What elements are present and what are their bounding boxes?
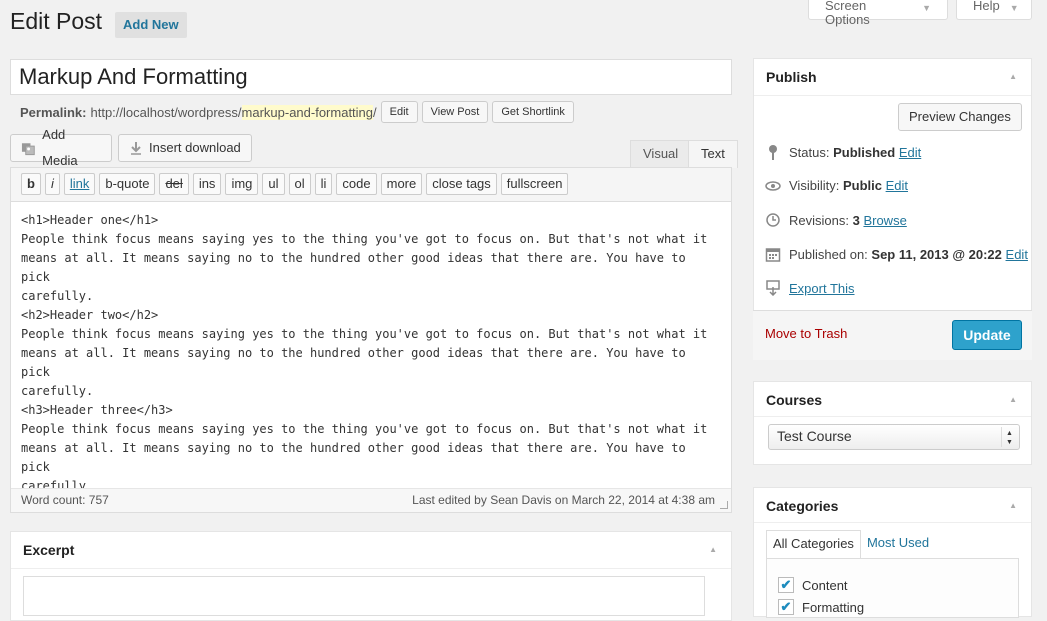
caret-down-icon: ▼	[922, 3, 931, 13]
revisions-value: 3	[852, 212, 860, 228]
qt-italic-button[interactable]: i	[44, 173, 60, 195]
qt-li-button[interactable]: li	[314, 173, 333, 195]
caret-down-icon: ▼	[1009, 3, 1019, 13]
visibility-label: Visibility:	[789, 178, 840, 193]
move-to-trash-link[interactable]: Move to Trash	[765, 326, 847, 341]
divider	[11, 568, 731, 569]
screen-options-tab[interactable]: Screen Options ▼	[808, 0, 948, 27]
toggle-arrow-icon[interactable]: ▲	[1009, 395, 1017, 404]
help-label: Help	[973, 0, 1000, 13]
export-row: Export This	[765, 280, 855, 296]
tab-most-used[interactable]: Most Used	[861, 530, 935, 558]
qt-more-button[interactable]: more	[380, 173, 423, 195]
qt-bold-button[interactable]: b	[21, 173, 41, 195]
status-row: Status: Published Edit	[765, 144, 921, 160]
screen-options-label: Screen Options	[825, 0, 870, 27]
courses-title: Courses	[766, 392, 823, 408]
publish-actions: Move to Trash Update	[753, 310, 1032, 360]
status-label: Status:	[789, 144, 830, 160]
media-icon	[21, 143, 35, 156]
permalink-label: Permalink:	[20, 104, 87, 120]
status-edit-link[interactable]: Edit	[899, 145, 921, 160]
update-button[interactable]: Update	[952, 320, 1022, 350]
categories-title: Categories	[766, 498, 839, 514]
tab-visual[interactable]: Visual	[630, 140, 692, 168]
toggle-arrow-icon[interactable]: ▲	[1009, 501, 1017, 510]
editor-status-bar: Word count: 757 Last edited by Sean Davi…	[11, 488, 731, 512]
add-new-button[interactable]: Add New	[115, 12, 187, 38]
visibility-edit-link[interactable]: Edit	[886, 178, 908, 193]
qt-del-button[interactable]: del	[159, 173, 189, 195]
eye-icon	[765, 180, 781, 191]
category-tabs: All Categories Most Used	[766, 530, 935, 558]
revisions-clock-icon	[765, 212, 781, 228]
tab-all-categories[interactable]: All Categories	[766, 530, 861, 558]
text-editor: b i link b-quote del ins img ul ol li co…	[10, 167, 732, 513]
qt-link-button[interactable]: link	[63, 173, 96, 195]
export-link[interactable]: Export This	[789, 281, 855, 296]
add-media-button[interactable]: Add Media	[10, 127, 112, 168]
permalink-url[interactable]: http://localhost/wordpress/markup-and-fo…	[90, 104, 377, 120]
resize-handle[interactable]	[720, 501, 728, 509]
qt-ul-button[interactable]: ul	[262, 173, 285, 195]
insert-download-label: Insert download	[149, 140, 241, 155]
toggle-arrow-icon[interactable]: ▲	[1009, 72, 1017, 81]
status-value: Published	[833, 144, 896, 160]
revisions-row: Revisions: 3 Browse	[765, 212, 907, 228]
pin-icon	[765, 144, 781, 160]
visibility-value: Public	[842, 178, 882, 193]
checkbox[interactable]: ✔	[778, 599, 794, 615]
excerpt-title: Excerpt	[23, 542, 75, 558]
qt-blockquote-button[interactable]: b-quote	[99, 173, 156, 195]
revisions-browse-link[interactable]: Browse	[863, 213, 906, 228]
published-value: Sep 11, 2013 @ 20:22	[871, 246, 1002, 262]
course-selected-value: Test Course	[777, 428, 852, 444]
edit-permalink-button[interactable]: Edit	[380, 101, 418, 123]
qt-fullscreen-button[interactable]: fullscreen	[500, 173, 569, 195]
excerpt-textarea[interactable]	[23, 576, 705, 616]
category-label: Content	[802, 577, 848, 593]
published-edit-link[interactable]: Edit	[1006, 247, 1028, 262]
published-label: Published on:	[789, 246, 868, 262]
download-icon	[131, 142, 141, 155]
qt-img-button[interactable]: img	[225, 173, 259, 195]
divider	[754, 416, 1031, 417]
preview-changes-button[interactable]: Preview Changes	[898, 103, 1022, 131]
divider	[754, 95, 1031, 96]
qt-close-tags-button[interactable]: close tags	[426, 173, 497, 195]
export-icon	[765, 280, 781, 296]
category-item-content[interactable]: ✔ Content	[778, 577, 848, 593]
page-title: Edit Post	[10, 8, 103, 34]
post-title-input[interactable]: Markup And Formatting	[10, 59, 732, 95]
category-label: Formatting	[802, 599, 865, 615]
quicktags-toolbar: b i link b-quote del ins img ul ol li co…	[11, 168, 731, 202]
permalink-row: Permalink: http://localhost/wordpress/ma…	[20, 101, 574, 123]
help-tab[interactable]: Help ▼	[956, 0, 1032, 20]
publish-title: Publish	[766, 69, 817, 85]
published-on-row: Published on: Sep 11, 2013 @ 20:22 Edit	[765, 246, 1028, 262]
permalink-end: /	[373, 104, 377, 120]
divider	[754, 522, 1031, 523]
permalink-slug: markup-and-formatting	[241, 104, 374, 120]
visibility-row: Visibility: Public Edit	[765, 178, 908, 193]
insert-download-button[interactable]: Insert download	[118, 134, 252, 162]
course-select[interactable]: Test Course ▲ ▼	[768, 424, 1020, 450]
word-count: Word count: 757	[21, 493, 109, 507]
revisions-label: Revisions:	[789, 212, 849, 228]
view-post-button[interactable]: View Post	[421, 101, 489, 123]
content-textarea[interactable]: <h1>Header one</h1> People think focus m…	[21, 211, 721, 489]
last-edited: Last edited by Sean Davis on March 22, 2…	[412, 493, 715, 507]
toggle-arrow-icon[interactable]: ▲	[709, 545, 717, 554]
tab-text[interactable]: Text	[688, 140, 738, 168]
get-shortlink-button[interactable]: Get Shortlink	[492, 101, 574, 123]
courses-box: Courses ▲	[753, 381, 1032, 465]
calendar-icon	[765, 246, 781, 262]
permalink-base: http://localhost/wordpress/	[90, 104, 242, 120]
qt-ol-button[interactable]: ol	[288, 173, 311, 195]
select-arrows-icon: ▲ ▼	[1001, 427, 1017, 447]
qt-ins-button[interactable]: ins	[192, 173, 222, 195]
checkbox[interactable]: ✔	[778, 577, 794, 593]
qt-code-button[interactable]: code	[336, 173, 377, 195]
category-item-formatting[interactable]: ✔ Formatting	[778, 599, 864, 615]
